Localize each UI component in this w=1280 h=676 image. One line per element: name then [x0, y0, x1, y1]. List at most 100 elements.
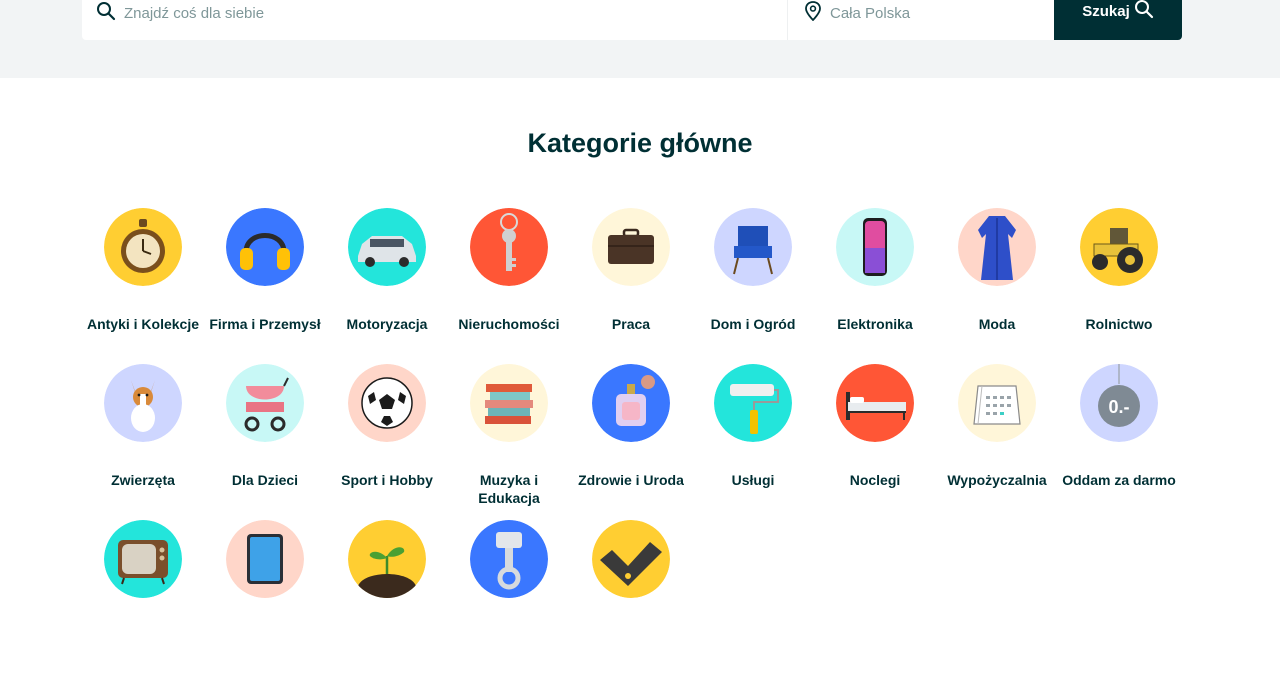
category-label: Noclegi	[849, 472, 901, 488]
category-icon-circle	[714, 364, 792, 442]
tablet-icon	[226, 520, 304, 598]
category-label: Dla Dzieci	[231, 472, 299, 488]
category-icon-circle	[348, 208, 426, 286]
category-icon-circle	[226, 520, 304, 598]
category-icon-circle	[104, 520, 182, 598]
category-item[interactable]	[570, 520, 692, 676]
tv-icon	[104, 520, 182, 598]
category-item[interactable]: Elektronika	[814, 208, 936, 364]
category-item[interactable]: Antyki i Kolekcje	[82, 208, 204, 364]
category-label: Rolnictwo	[1085, 316, 1153, 332]
category-label: Usługi	[731, 472, 775, 488]
category-icon-circle	[592, 364, 670, 442]
category-icon-circle	[226, 364, 304, 442]
category-icon-circle	[714, 208, 792, 286]
category-label: Dom i Ogród	[710, 316, 796, 332]
calendar-icon	[958, 364, 1036, 442]
category-label: Antyki i Kolekcje	[86, 316, 200, 332]
plant-icon	[348, 520, 426, 598]
bed-icon	[836, 364, 914, 442]
category-label: Oddam za darmo	[1062, 472, 1176, 488]
page-title: Kategorie główne	[527, 128, 753, 158]
category-item[interactable]: Firma i Przemysł	[204, 208, 326, 364]
category-label: Zwierzęta	[111, 472, 175, 488]
category-label: Firma i Przemysł	[209, 316, 321, 332]
location-input[interactable]	[830, 4, 1050, 22]
category-label: Elektronika	[837, 316, 913, 332]
tractor-icon	[1080, 208, 1158, 286]
dress-icon	[958, 208, 1036, 286]
category-icon-circle	[470, 520, 548, 598]
search-input[interactable]	[124, 4, 764, 22]
category-icon-circle	[958, 208, 1036, 286]
perfume-icon	[592, 364, 670, 442]
stroller-icon	[226, 364, 304, 442]
category-item[interactable]: Praca	[570, 208, 692, 364]
price-tag-icon: 0.-	[1080, 364, 1158, 442]
category-item[interactable]: Sport i Hobby	[326, 364, 448, 520]
category-icon-circle	[348, 520, 426, 598]
football-icon	[348, 364, 426, 442]
category-icon-circle: 0.-	[1080, 364, 1158, 442]
paint-roller-icon	[714, 364, 792, 442]
location-box[interactable]	[788, 0, 1054, 40]
dog-icon	[104, 364, 182, 442]
price-tag-text: 0.-	[1108, 397, 1129, 417]
category-item[interactable]	[326, 520, 448, 676]
category-item[interactable]	[448, 520, 570, 676]
category-icon-circle	[1080, 208, 1158, 286]
category-icon-circle	[592, 520, 670, 598]
category-icon-circle	[104, 364, 182, 442]
category-item[interactable]: Noclegi	[814, 364, 936, 520]
category-label: Motoryzacja	[346, 316, 428, 332]
category-icon-circle	[958, 364, 1036, 442]
category-item[interactable]	[82, 520, 204, 676]
key-icon	[470, 208, 548, 286]
armchair-icon	[714, 208, 792, 286]
category-icon-circle	[348, 364, 426, 442]
category-label: Muzyka i Edukacja	[478, 472, 540, 506]
category-label: Zdrowie i Uroda	[578, 472, 684, 488]
category-icon-circle	[836, 364, 914, 442]
category-item[interactable]: Wypożyczalnia	[936, 364, 1058, 520]
car-icon	[348, 208, 426, 286]
piston-icon	[470, 520, 548, 598]
search-bar: Szukaj	[82, 0, 1182, 40]
category-icon-circle	[592, 208, 670, 286]
search-button-label: Szukaj	[1082, 2, 1130, 20]
search-button[interactable]: Szukaj	[1054, 0, 1182, 40]
category-icon-circle	[226, 208, 304, 286]
category-icon-circle	[104, 208, 182, 286]
search-icon	[96, 1, 116, 26]
category-label: Sport i Hobby	[341, 472, 433, 488]
category-item[interactable]: Dom i Ogród	[692, 208, 814, 364]
category-icon-circle	[470, 364, 548, 442]
books-icon	[470, 364, 548, 442]
search-query-box[interactable]	[82, 0, 788, 40]
category-item[interactable]: Moda	[936, 208, 1058, 364]
category-item[interactable]: Rolnictwo	[1058, 208, 1180, 364]
location-pin-icon	[804, 0, 822, 26]
category-label: Wypożyczalnia	[947, 472, 1047, 488]
category-item[interactable]: Usługi	[692, 364, 814, 520]
checkmark-icon	[592, 520, 670, 598]
category-item[interactable]	[204, 520, 326, 676]
search-icon	[1134, 0, 1154, 23]
briefcase-icon	[592, 208, 670, 286]
category-item[interactable]: Zdrowie i Uroda	[570, 364, 692, 520]
category-item[interactable]: Motoryzacja	[326, 208, 448, 364]
headphones-icon	[226, 208, 304, 286]
smartphone-icon	[836, 208, 914, 286]
category-label: Moda	[978, 316, 1016, 332]
category-label: Nieruchomości	[458, 316, 560, 332]
category-icon-circle	[470, 208, 548, 286]
category-item[interactable]: 0.- Oddam za darmo	[1058, 364, 1180, 520]
category-item[interactable]: Zwierzęta	[82, 364, 204, 520]
category-item[interactable]: Dla Dzieci	[204, 364, 326, 520]
category-item[interactable]: Nieruchomości	[448, 208, 570, 364]
category-item[interactable]: Muzyka i Edukacja	[448, 364, 570, 520]
pocket-watch-icon	[104, 208, 182, 286]
category-grid: Antyki i Kolekcje Firma i Przemysł Motor…	[82, 208, 1182, 676]
category-label: Praca	[611, 316, 651, 332]
category-icon-circle	[836, 208, 914, 286]
